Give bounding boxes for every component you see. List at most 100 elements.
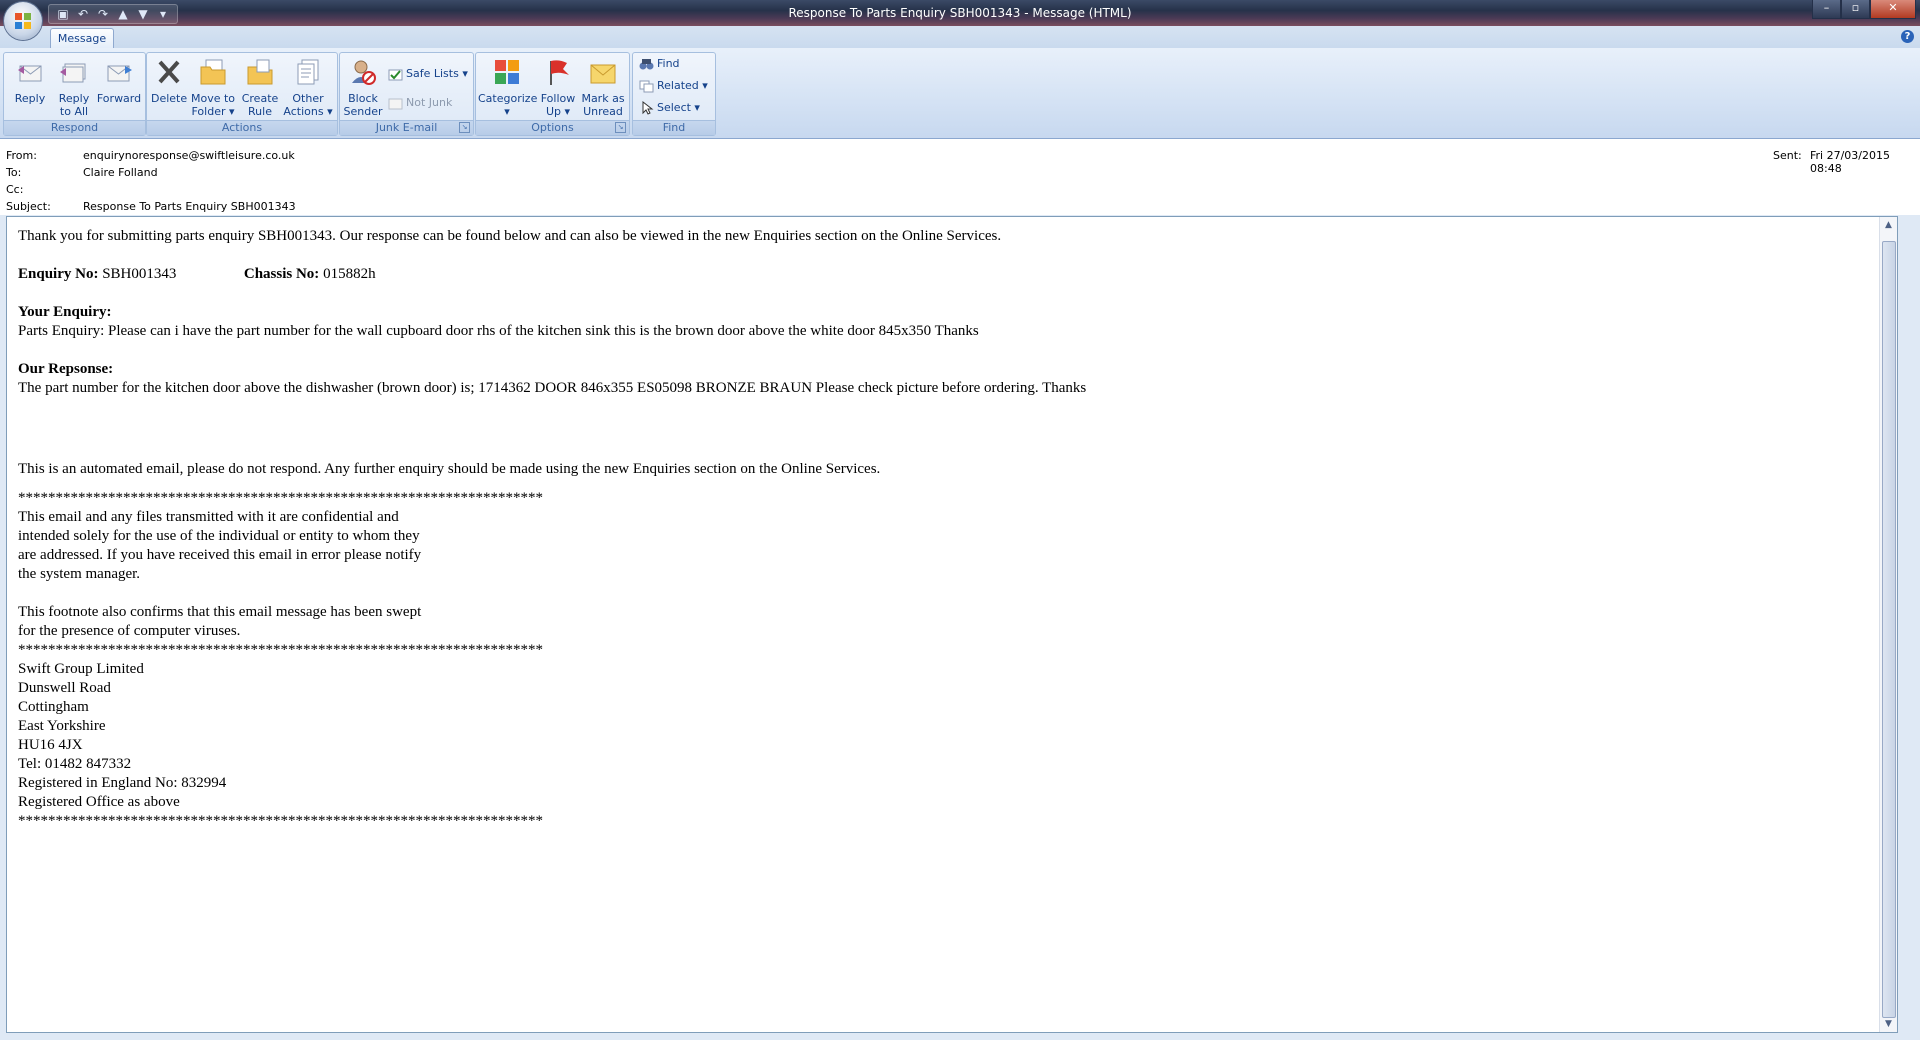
save-icon[interactable]: ▣ (55, 7, 71, 21)
confidentiality-line: the system manager. (18, 566, 141, 582)
address-line: Registered in England No: 832994 (18, 775, 227, 791)
redo-icon[interactable]: ↷ (95, 7, 111, 21)
other-actions-button[interactable]: Other Actions ▾ (283, 55, 333, 118)
scroll-down-arrow-icon[interactable]: ▼ (1880, 1016, 1897, 1032)
footnote-line: This footnote also confirms that this em… (18, 604, 422, 620)
block-sender-icon (352, 60, 376, 85)
confidentiality-line: intended solely for the use of the indiv… (18, 528, 420, 544)
find-button[interactable]: Find (637, 55, 680, 73)
categorize-label-2: ▾ (504, 105, 510, 118)
vertical-scrollbar[interactable]: ▲ ▼ (1879, 217, 1897, 1032)
follow-up-label-1: Follow (540, 92, 576, 105)
separator-line: ****************************************… (18, 642, 543, 658)
envelope-icon (590, 64, 616, 84)
customize-qat-icon[interactable]: ▾ (155, 7, 171, 21)
reply-icon (18, 65, 42, 82)
reply-all-icon (60, 63, 86, 83)
sent-label: Sent: (1773, 149, 1802, 162)
close-button[interactable]: ✕ (1870, 0, 1916, 19)
block-sender-label-1: Block (348, 92, 378, 105)
related-button[interactable]: Related ▾ (637, 77, 708, 95)
our-response-text: The part number for the kitchen door abo… (18, 380, 1087, 396)
ribbon: Reply Reply to All Forward Respond Delet… (0, 48, 1920, 139)
categorize-icon (495, 60, 519, 84)
delete-icon (158, 60, 180, 84)
to-label: To: (6, 166, 22, 179)
reply-all-button[interactable]: Reply to All (52, 55, 96, 118)
forward-label: Forward (96, 92, 142, 105)
safe-lists-button[interactable]: Safe Lists ▾ (386, 65, 468, 83)
delete-button[interactable]: Delete (151, 55, 187, 105)
maximize-button[interactable]: ▫ (1841, 0, 1870, 19)
previous-item-icon[interactable]: ▲ (115, 7, 131, 21)
move-to-folder-button[interactable]: Move to Folder ▾ (189, 55, 237, 118)
categorize-button[interactable]: Categorize ▾ (478, 55, 538, 118)
follow-up-label-2: Up ▾ (545, 105, 571, 118)
mark-as-unread-label-2: Unread (583, 105, 623, 118)
minimize-button[interactable]: – (1812, 0, 1841, 19)
reply-label: Reply (14, 92, 46, 105)
from-value[interactable]: enquirynoresponse@swiftleisure.co.uk (83, 149, 295, 162)
address-line: Swift Group Limited (18, 661, 144, 677)
to-value[interactable]: Claire Folland (83, 166, 158, 179)
reply-all-label-1: Reply (58, 92, 90, 105)
help-icon[interactable]: ? (1901, 30, 1914, 43)
forward-button[interactable]: Forward (96, 55, 142, 105)
from-label: From: (6, 149, 37, 162)
junk-email-options-launcher[interactable]: ↘ (459, 122, 470, 133)
tab-message[interactable]: Message (50, 28, 114, 49)
quick-access-toolbar: ▣ ↶ ↷ ▲ ▼ ▾ (48, 4, 178, 24)
forward-icon (107, 65, 132, 82)
address-line: Dunswell Road (18, 680, 111, 696)
block-sender-button[interactable]: Block Sender (343, 55, 383, 118)
scroll-up-arrow-icon[interactable]: ▲ (1880, 217, 1897, 233)
find-group: Find Related ▾ Select ▾ Find (632, 52, 716, 136)
your-enquiry-text: Parts Enquiry: Please can i have the par… (18, 323, 979, 339)
respond-group: Reply Reply to All Forward Respond (3, 52, 146, 136)
confidentiality-line: This email and any files transmitted wit… (18, 509, 399, 525)
message-body[interactable]: Thank you for submitting parts enquiry S… (6, 216, 1898, 1033)
separator-line: ****************************************… (18, 813, 543, 829)
find-label: Find (657, 57, 680, 70)
categorize-label-1: Categorize (478, 92, 538, 105)
office-logo-icon (15, 13, 31, 29)
flag-icon (550, 60, 569, 85)
not-junk-icon (388, 98, 403, 110)
options-launcher[interactable]: ↘ (615, 122, 626, 133)
subject-value: Response To Parts Enquiry SBH001343 (83, 200, 296, 213)
cursor-icon (642, 101, 654, 115)
move-to-folder-label-1: Move to (190, 92, 236, 105)
office-button[interactable] (4, 2, 42, 40)
create-rule-button[interactable]: Create Rule (239, 55, 281, 118)
reply-button[interactable]: Reply (10, 55, 50, 105)
enquiry-no-label: Enquiry No: (18, 266, 99, 282)
block-sender-label-2: Sender (343, 105, 383, 118)
select-label: Select ▾ (657, 101, 700, 114)
mark-as-unread-button[interactable]: Mark as Unread (580, 55, 626, 118)
message-content: Thank you for submitting parts enquiry S… (7, 217, 1897, 841)
window-title: Response To Parts Enquiry SBH001343 - Me… (788, 6, 1132, 20)
other-actions-label-2: Actions ▾ (283, 105, 333, 118)
address-line: Cottingham (18, 699, 89, 715)
safe-lists-label: Safe Lists ▾ (406, 67, 468, 80)
select-button[interactable]: Select ▾ (637, 99, 700, 117)
not-junk-label: Not Junk (406, 96, 453, 109)
not-junk-button[interactable]: Not Junk (386, 94, 452, 112)
actions-group: Delete Move to Folder ▾ Create Rule Othe… (146, 52, 338, 136)
create-rule-label-1: Create (241, 92, 279, 105)
follow-up-button[interactable]: Follow Up ▾ (538, 55, 578, 118)
separator-line: ****************************************… (18, 490, 543, 506)
other-actions-icon (297, 59, 319, 85)
related-label: Related ▾ (657, 79, 708, 92)
cc-label: Cc: (6, 183, 24, 196)
next-item-icon[interactable]: ▼ (135, 7, 151, 21)
respond-group-label: Respond (4, 120, 145, 135)
scroll-thumb[interactable] (1882, 241, 1896, 1018)
address-line: Registered Office as above (18, 794, 180, 810)
automated-notice: This is an automated email, please do no… (18, 461, 881, 477)
chassis-no-value: 015882h (323, 266, 376, 282)
intro-text: Thank you for submitting parts enquiry S… (18, 228, 1002, 244)
sent-value: Fri 27/03/2015 08:48 (1810, 149, 1891, 175)
delete-label: Delete (151, 92, 188, 105)
undo-icon[interactable]: ↶ (75, 7, 91, 21)
